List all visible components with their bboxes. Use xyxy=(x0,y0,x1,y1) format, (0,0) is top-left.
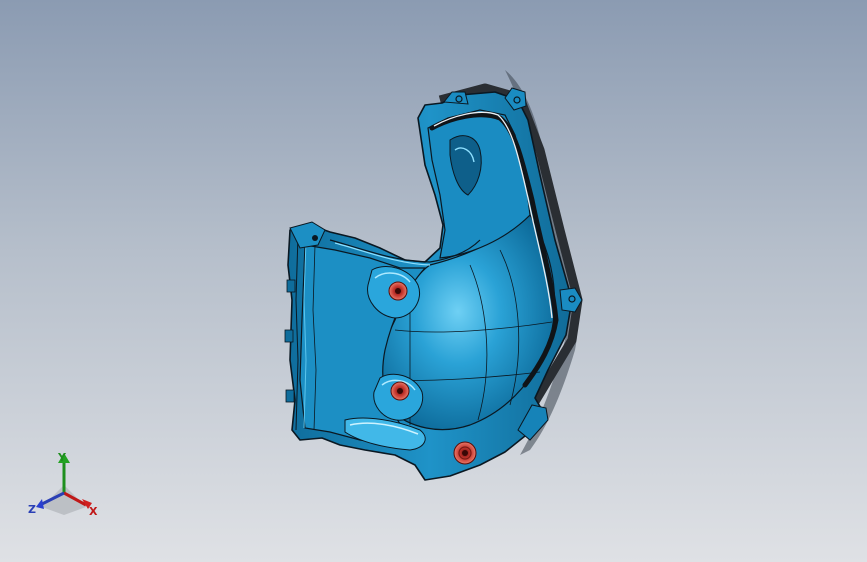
part-flange-tab-3 xyxy=(285,389,295,403)
graphics-viewport[interactable]: Y Z X xyxy=(0,0,867,562)
y-axis-label: Y xyxy=(58,451,66,464)
model-view[interactable] xyxy=(0,0,867,562)
mounting-hole-bottom-center xyxy=(462,450,468,456)
x-axis-label: X xyxy=(89,505,98,518)
mounting-hole-upper-center xyxy=(395,288,401,294)
mounting-hole-lower-center xyxy=(397,388,403,394)
z-axis-arrow-icon xyxy=(36,499,44,509)
part-flange-tab-2 xyxy=(284,329,294,343)
z-axis-label: Z xyxy=(28,503,36,516)
part-corner-slot xyxy=(312,235,318,241)
part-flange-tab-1 xyxy=(286,279,296,293)
